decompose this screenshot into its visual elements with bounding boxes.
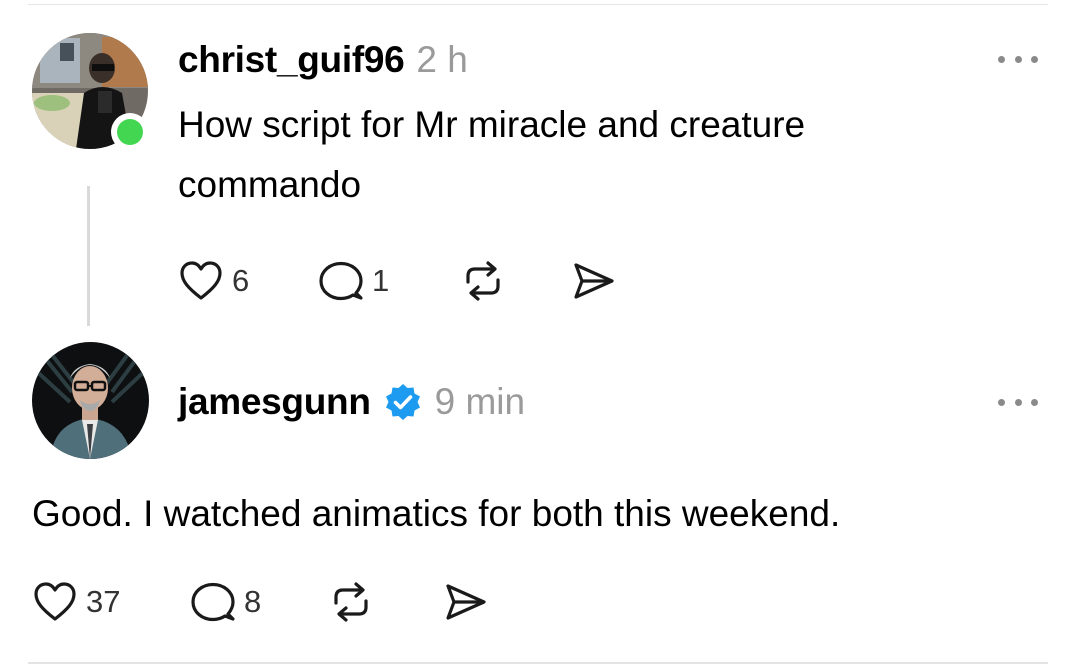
post-header: christ_guif96 2 h [178,36,468,84]
ellipsis-icon [998,398,1005,406]
reply-button[interactable]: 1 [318,256,389,306]
bottom-divider [28,662,1048,664]
username[interactable]: christ_guif96 [178,39,405,81]
like-count: 37 [86,584,121,619]
username[interactable]: jamesgunn [178,381,371,423]
timestamp: 2 h [416,39,468,80]
more-options-button[interactable] [998,390,1038,414]
share-button[interactable] [570,256,616,306]
thread-connector-line [87,186,90,326]
online-status-indicator [111,113,149,151]
heart-icon [180,261,222,300]
post-text: Good. I watched animatics for both this … [32,493,841,534]
repost-arrows-icon [466,261,500,301]
reply-count: 8 [244,584,262,619]
verified-badge-icon [385,384,420,420]
send-paper-plane-icon [446,584,486,620]
reply-count: 1 [372,263,390,298]
comment-bubble-icon [191,582,235,622]
post-text: How script for Mr miracle and creature c… [178,104,806,205]
comment-bubble-icon [319,261,363,301]
post-header: jamesgunn 9 min [178,378,525,426]
repost-arrows-icon [334,582,368,622]
repost-button[interactable] [328,577,374,627]
timestamp: 9 min [434,381,526,422]
more-options-button[interactable] [998,47,1038,71]
like-button[interactable]: 37 [32,577,120,627]
reply-button[interactable]: 8 [190,577,261,627]
repost-button[interactable] [460,256,506,306]
like-count: 6 [232,263,250,298]
share-button[interactable] [442,577,488,627]
top-divider [28,4,1048,5]
heart-icon [34,582,76,621]
avatar-jamesgunn[interactable] [32,342,149,459]
like-button[interactable]: 6 [178,256,249,306]
ellipsis-icon [998,55,1005,63]
send-paper-plane-icon [574,263,614,299]
